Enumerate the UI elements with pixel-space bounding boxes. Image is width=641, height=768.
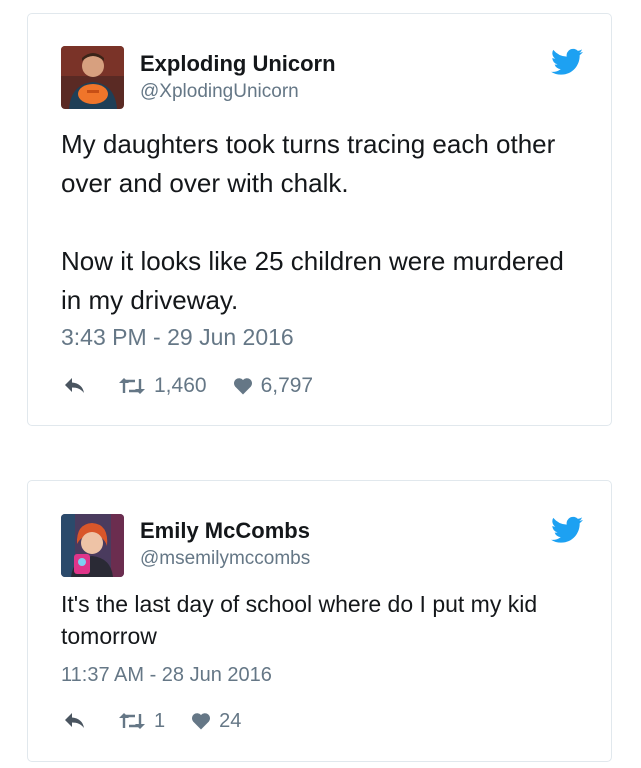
- retweet-icon: [119, 378, 145, 394]
- tweet-timestamp[interactable]: 11:37 AM - 28 Jun 2016: [61, 664, 272, 687]
- heart-icon: [233, 378, 252, 395]
- author-name[interactable]: Exploding Unicorn: [140, 51, 336, 77]
- reply-icon: [65, 713, 84, 728]
- author-handle[interactable]: @XplodingUnicorn: [140, 81, 299, 103]
- like-button[interactable]: 6,797: [233, 374, 314, 398]
- tweet-card[interactable]: Exploding Unicorn @XplodingUnicorn My da…: [27, 13, 612, 426]
- like-count: 6,797: [260, 374, 314, 397]
- avatar[interactable]: [61, 514, 124, 577]
- like-button[interactable]: 24: [191, 710, 241, 733]
- twitter-bird-icon[interactable]: [551, 48, 583, 76]
- tweet-timestamp[interactable]: 3:43 PM - 29 Jun 2016: [61, 324, 294, 351]
- tweet-actions: 1 24: [64, 707, 241, 735]
- twitter-bird-icon[interactable]: [551, 516, 583, 544]
- heart-icon: [192, 713, 211, 730]
- avatar[interactable]: [61, 46, 124, 109]
- retweet-button[interactable]: 1: [118, 710, 165, 733]
- like-count: 24: [219, 709, 242, 732]
- tweet-actions: 1,460 6,797: [64, 372, 313, 400]
- tweet-text: It's the last day of school where do I p…: [61, 591, 538, 649]
- author-handle[interactable]: @msemilymccombs: [140, 548, 310, 570]
- reply-button[interactable]: [64, 377, 92, 395]
- retweet-count: 1: [154, 709, 166, 732]
- tweet-card[interactable]: Emily McCombs @msemilymccombs It's the l…: [27, 480, 612, 762]
- retweet-count: 1,460: [154, 374, 207, 397]
- reply-icon: [65, 378, 84, 393]
- retweet-icon: [119, 713, 145, 729]
- author-name[interactable]: Emily McCombs: [140, 518, 310, 544]
- tweet-text: My daughters took turns tracing each oth…: [61, 129, 564, 315]
- reply-button[interactable]: [64, 712, 92, 730]
- retweet-button[interactable]: 1,460: [118, 374, 207, 398]
